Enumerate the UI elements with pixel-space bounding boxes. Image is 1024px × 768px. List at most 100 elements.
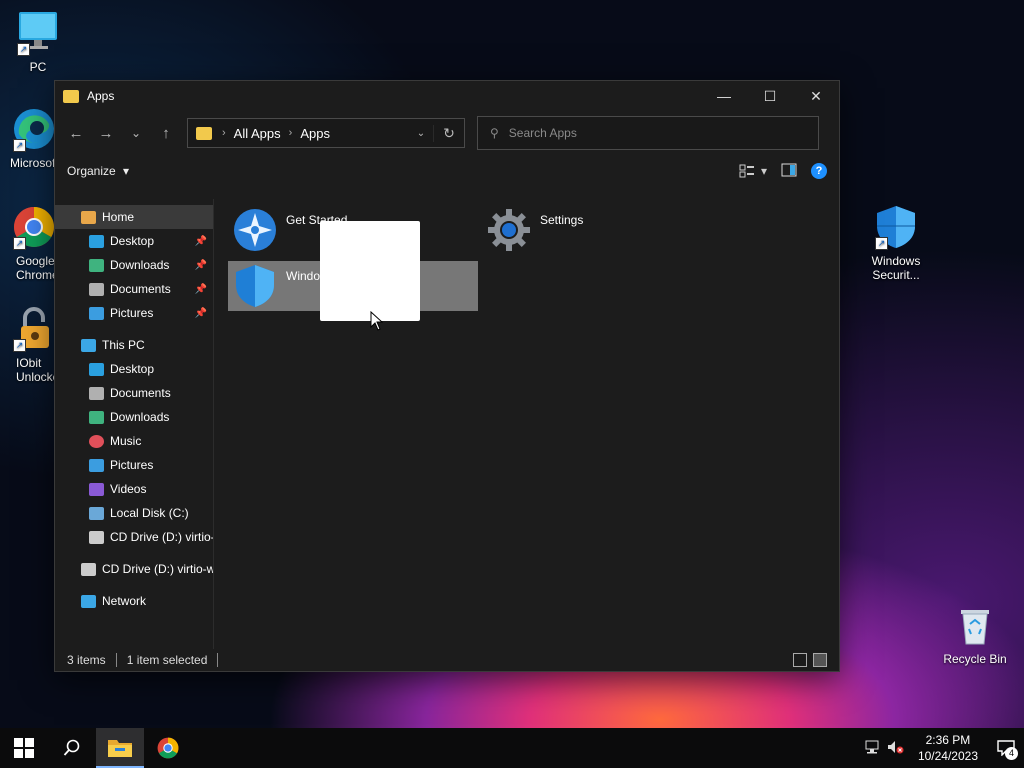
home-icon	[81, 210, 96, 224]
nav-item-this-pc[interactable]: This PC	[55, 333, 213, 357]
status-divider	[115, 653, 117, 667]
nav-item-pc-videos[interactable]: Videos	[55, 477, 213, 501]
chevron-down-icon: ▾	[123, 164, 130, 178]
taskbar: 2:36 PM 10/24/2023 4	[0, 728, 1024, 768]
file-explorer-window: Apps — ☐ ✕ ← → ⌄ ↑ › All Apps › Apps ⌄ ↻…	[54, 80, 840, 672]
desktop-icon	[89, 234, 104, 248]
volume-muted-icon[interactable]	[884, 740, 908, 757]
pin-icon: 📌	[194, 259, 207, 271]
search-input[interactable]	[506, 125, 791, 141]
mouse-cursor-icon	[370, 311, 384, 331]
organize-button[interactable]: Organize ▾	[67, 164, 129, 178]
chevron-down-icon: ▾	[760, 164, 767, 178]
desktop-icon	[89, 362, 104, 376]
title-bar[interactable]: Apps — ☐ ✕	[55, 81, 839, 111]
drive-icon	[89, 506, 104, 520]
downloads-icon	[89, 410, 104, 424]
navigation-bar: ← → ⌄ ↑ › All Apps › Apps ⌄ ↻ ⚲	[55, 111, 839, 155]
address-dropdown-button[interactable]: ⌄	[409, 128, 433, 139]
network-icon[interactable]	[860, 740, 884, 757]
settings-icon	[486, 207, 532, 253]
folder-icon	[196, 126, 212, 140]
file-explorer-icon	[108, 740, 132, 757]
nav-item-pictures[interactable]: Pictures 📌	[55, 301, 213, 325]
minimize-button[interactable]: —	[701, 81, 747, 111]
preview-pane-button[interactable]	[781, 163, 797, 180]
refresh-button[interactable]: ↻	[433, 124, 464, 142]
nav-item-pc-documents[interactable]: Documents	[55, 381, 213, 405]
pin-icon: 📌	[194, 283, 207, 295]
breadcrumb-apps[interactable]: Apps	[300, 126, 330, 141]
pc-icon: ↗	[15, 10, 61, 56]
downloads-icon	[89, 258, 104, 272]
help-button[interactable]: ?	[811, 163, 827, 179]
address-bar[interactable]: › All Apps › Apps ⌄ ↻	[187, 118, 465, 148]
drag-preview	[320, 221, 420, 321]
organize-label: Organize	[67, 164, 116, 178]
pin-icon: 📌	[194, 235, 207, 247]
command-bar: Organize ▾ ▾ ?	[55, 155, 839, 187]
large-icons-view-button[interactable]	[813, 653, 827, 667]
notification-center-button[interactable]: 4	[988, 728, 1024, 768]
breadcrumb-separator: ›	[288, 127, 293, 139]
cd-drive-icon	[89, 530, 104, 544]
nav-item-desktop[interactable]: Desktop 📌	[55, 229, 213, 253]
back-button[interactable]: ←	[61, 118, 91, 148]
shield-icon: ↗	[873, 204, 919, 250]
file-list[interactable]: Get Started Settings Windo	[214, 199, 839, 649]
chrome-icon: ↗	[11, 204, 57, 250]
item-count: 3 items	[67, 653, 106, 667]
app-tile-label: Settings	[540, 213, 584, 227]
navigation-pane: Home Desktop 📌 Downloads 📌 Documents 📌 P…	[55, 199, 214, 649]
forward-button[interactable]: →	[91, 118, 121, 148]
status-divider	[217, 653, 219, 667]
recent-locations-button[interactable]: ⌄	[121, 118, 151, 148]
nav-item-pc-pictures[interactable]: Pictures	[55, 453, 213, 477]
search-icon: ⚲	[490, 126, 499, 140]
videos-icon	[89, 482, 104, 496]
search-box[interactable]: ⚲	[477, 116, 819, 150]
nav-item-local-disk[interactable]: Local Disk (C:)	[55, 501, 213, 525]
maximize-button[interactable]: ☐	[747, 81, 793, 111]
this-pc-icon	[81, 338, 96, 352]
folder-icon	[63, 89, 79, 103]
search-icon	[63, 739, 80, 756]
nav-item-cd-drive[interactable]: CD Drive (D:) virtio-w	[55, 557, 213, 581]
desktop-icon-pc[interactable]: ↗ PC	[6, 10, 70, 74]
close-button[interactable]: ✕	[793, 81, 839, 111]
edge-icon: ↗	[11, 106, 57, 152]
desktop-icon-label: PC	[29, 60, 47, 74]
documents-icon	[89, 386, 104, 400]
nav-item-pc-cd-drive[interactable]: CD Drive (D:) virtio-	[55, 525, 213, 549]
taskbar-file-explorer[interactable]	[96, 728, 144, 768]
desktop-icon-recycle-bin[interactable]: Recycle Bin	[942, 602, 1008, 666]
nav-item-network[interactable]: Network	[55, 589, 213, 613]
nav-item-documents[interactable]: Documents 📌	[55, 277, 213, 301]
get-started-icon	[232, 207, 278, 253]
window-title: Apps	[87, 89, 115, 103]
nav-item-downloads[interactable]: Downloads 📌	[55, 253, 213, 277]
desktop-icon-windows-security[interactable]: ↗ Windows Securit...	[864, 204, 928, 282]
nav-item-pc-downloads[interactable]: Downloads	[55, 405, 213, 429]
clock-date: 10/24/2023	[917, 749, 978, 763]
up-button[interactable]: ↑	[151, 118, 181, 148]
search-button[interactable]	[48, 728, 96, 768]
recycle-bin-icon	[952, 602, 998, 648]
status-bar: 3 items 1 item selected	[55, 649, 839, 671]
taskbar-chrome[interactable]	[144, 728, 192, 768]
windows-security-icon	[232, 263, 278, 309]
details-view-button[interactable]	[793, 653, 807, 667]
cd-drive-icon	[81, 562, 96, 576]
breadcrumb-all-apps[interactable]: All Apps	[234, 126, 281, 141]
selection-count: 1 item selected	[126, 653, 208, 667]
change-view-button[interactable]: ▾	[739, 164, 767, 178]
view-options-icon	[739, 164, 754, 178]
clock-time: 2:36 PM	[925, 733, 971, 747]
nav-item-pc-desktop[interactable]: Desktop	[55, 357, 213, 381]
music-icon	[89, 434, 104, 448]
nav-item-home[interactable]: Home	[55, 205, 213, 229]
nav-item-pc-music[interactable]: Music	[55, 429, 213, 453]
start-button[interactable]	[0, 728, 48, 768]
app-tile-settings[interactable]: Settings	[482, 205, 732, 255]
clock[interactable]: 2:36 PM 10/24/2023	[918, 732, 978, 764]
